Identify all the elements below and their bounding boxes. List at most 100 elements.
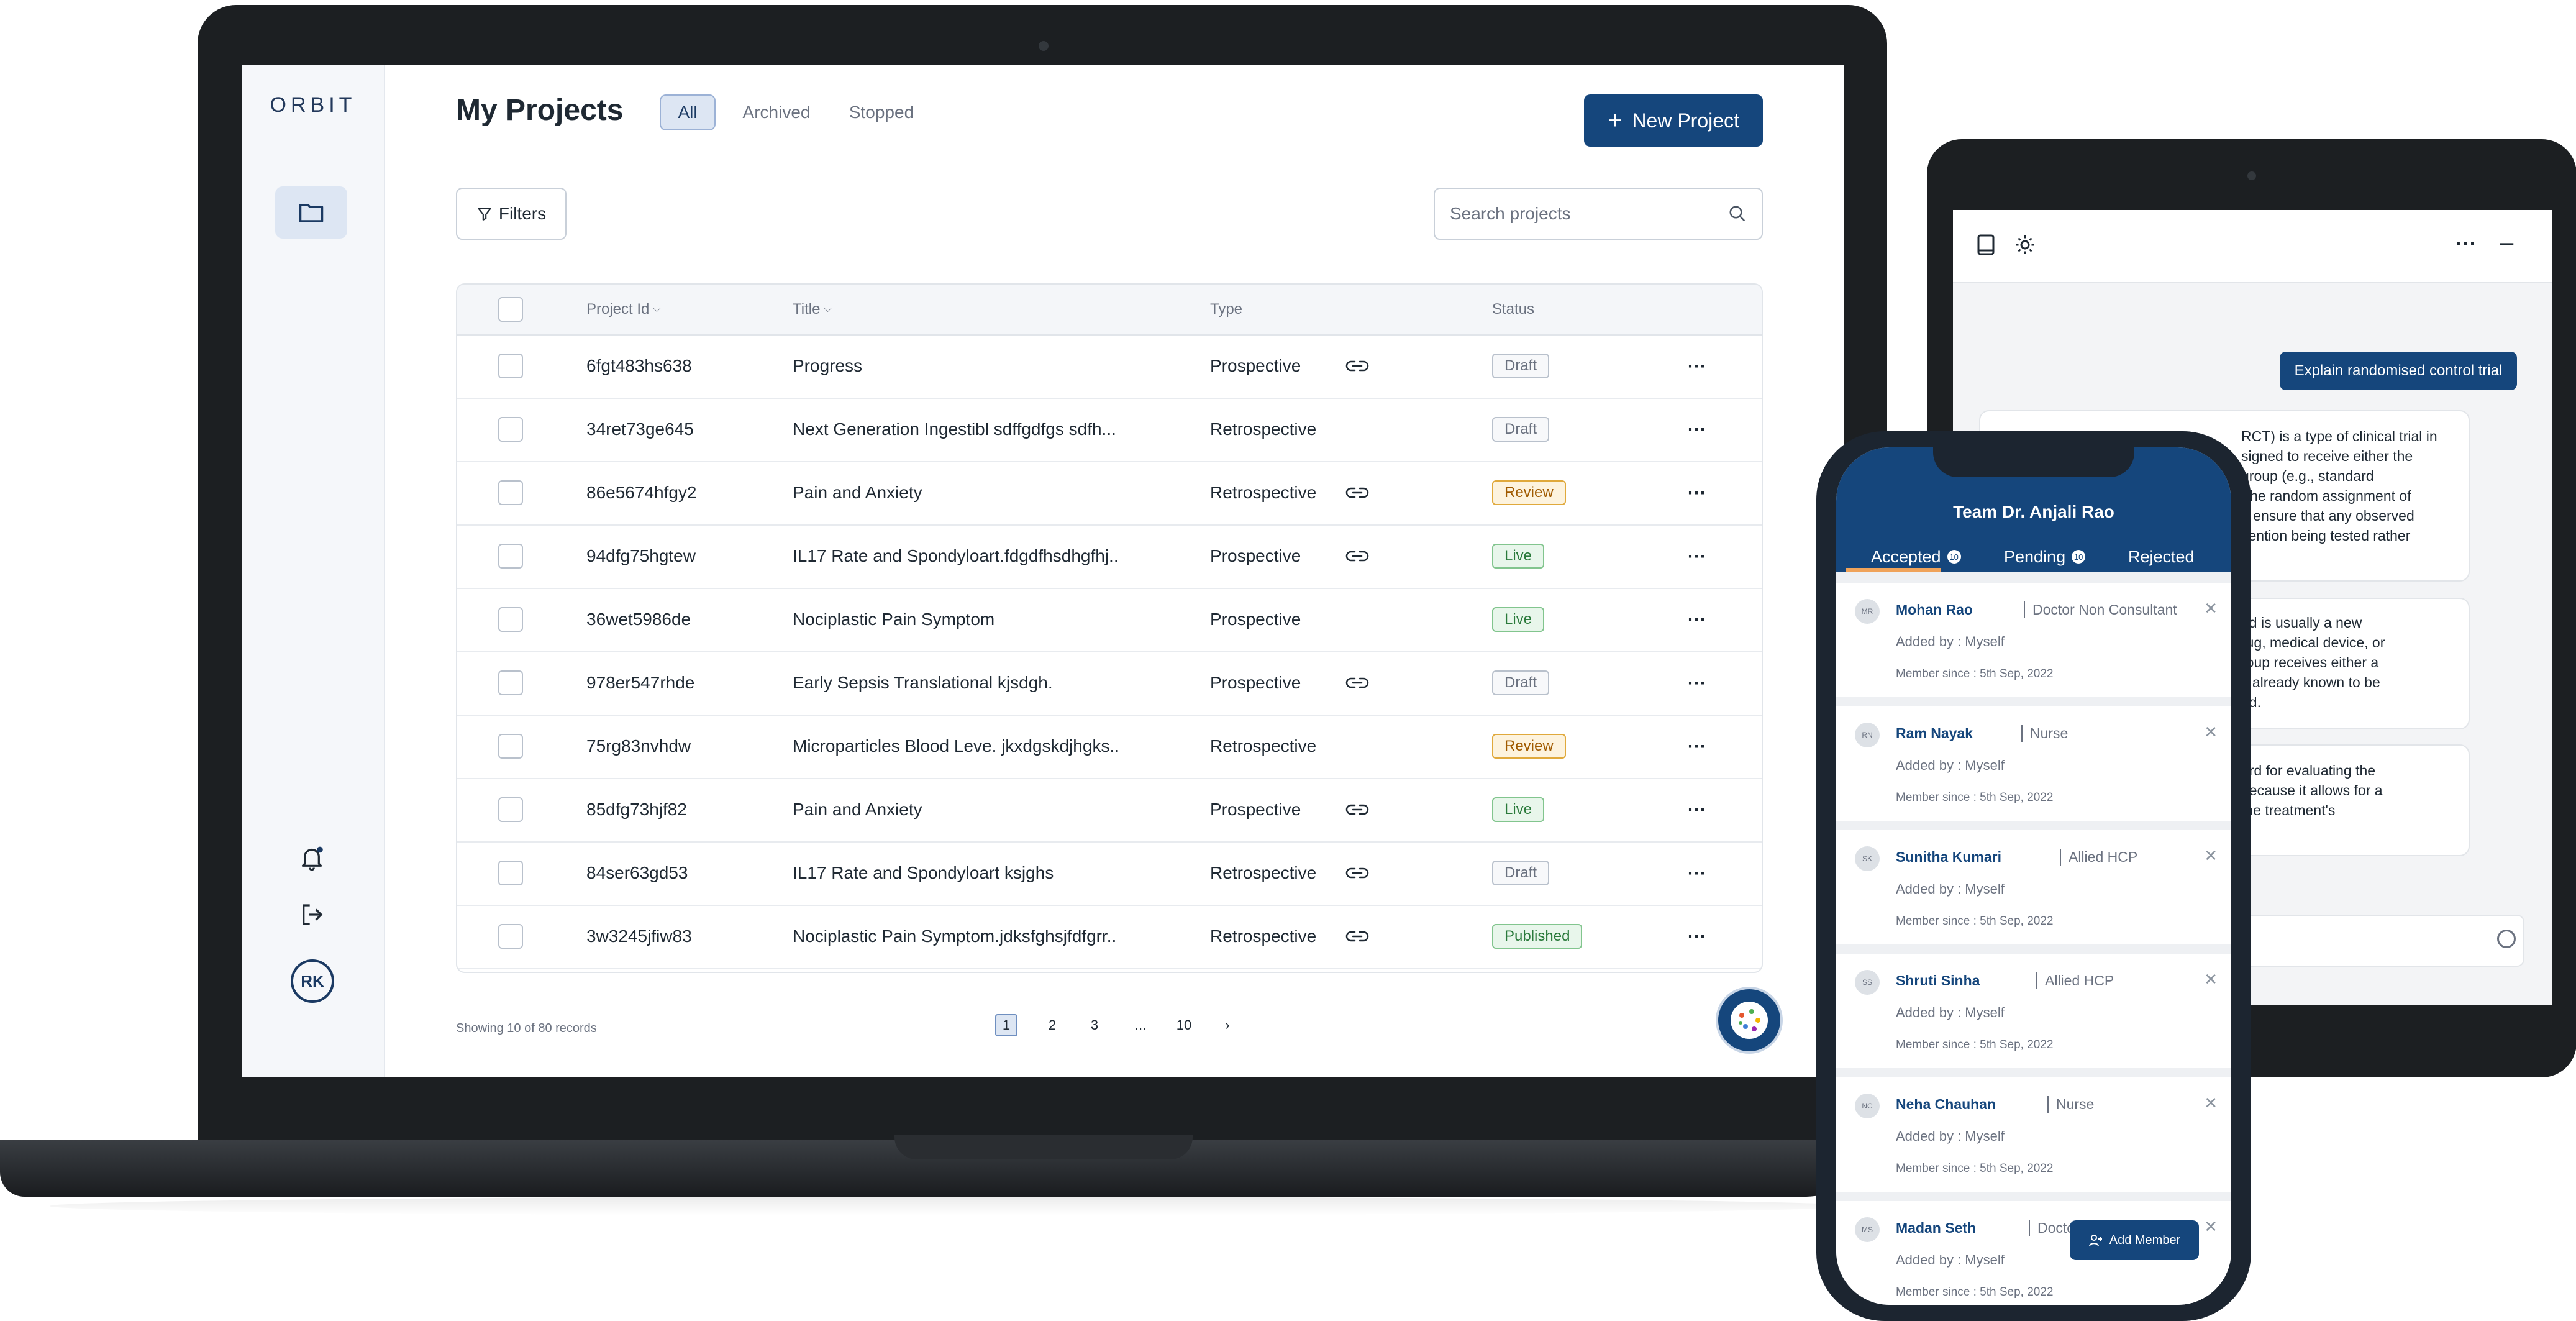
table-row[interactable]: 94dfg75hgtew IL17 Rate and Spondyloart.fd… [457,524,1762,589]
table-row[interactable]: 36wet5986de Nociplastic Pain Symptom Prosp… [457,588,1762,652]
project-title[interactable]: Early Sepsis Translational kjsdgh. [793,651,1053,715]
share-link-button[interactable] [1345,905,1369,968]
tab-archived[interactable]: Archived [733,94,820,130]
row-actions-menu[interactable]: ⋯ [1687,841,1707,905]
message-line: group (e.g., standard [2241,468,2374,484]
project-id: 85dfg73hjf82 [586,800,687,819]
project-title[interactable]: Nociplastic Pain Symptom [793,588,994,651]
member-name[interactable]: Neha Chauhan [1896,1096,1996,1113]
row-checkbox[interactable] [498,607,523,632]
tab-stopped[interactable]: Stopped [841,94,922,130]
close-icon[interactable]: ✕ [2204,1094,2218,1113]
row-actions-menu[interactable]: ⋯ [1687,588,1707,651]
row-actions-menu[interactable]: ⋯ [1687,398,1707,461]
close-icon[interactable]: ✕ [2204,599,2218,618]
tab-rejected[interactable]: Rejected [2128,542,2195,572]
member-card[interactable]: RN Ram Nayak Nurse Added by : Myself Member … [1836,706,2231,821]
table-row[interactable]: 75rg83nvhdw Microparticles Blood Leve. jk… [457,715,1762,779]
tab-pending[interactable]: Pending 10 [2004,542,2086,572]
logout-button[interactable] [294,897,329,932]
new-project-button[interactable]: + New Project [1584,94,1763,147]
page-10-button[interactable]: 10 [1173,1014,1195,1036]
message-line: ed is usually a new [2241,615,2362,631]
member-name[interactable]: Mohan Rao [1896,601,1973,618]
project-id: 84ser63gd53 [586,863,688,882]
assistant-chat-button[interactable] [1716,987,1783,1054]
send-icon[interactable] [2497,930,2516,948]
row-actions-menu[interactable]: ⋯ [1687,905,1707,968]
table-row[interactable]: 86e5674hfgy2 Pain and Anxiety Retrospectiv… [457,461,1762,526]
member-name[interactable]: Madan Seth [1896,1220,1976,1236]
close-icon[interactable]: ✕ [2204,723,2218,742]
project-title[interactable]: Pain and Anxiety [793,778,922,841]
select-all-checkbox[interactable] [498,297,523,322]
page-1-button[interactable]: 1 [995,1014,1017,1036]
close-icon[interactable]: ✕ [2204,970,2218,989]
share-link-button[interactable] [1345,461,1369,524]
share-link-button[interactable] [1345,651,1369,715]
row-checkbox[interactable] [498,417,523,442]
sidebar-item-projects[interactable] [275,186,347,239]
row-actions-menu[interactable]: ⋯ [1687,778,1707,841]
member-card[interactable]: MR Mohan Rao Doctor Non Consultant Added by… [1836,583,2231,697]
project-id: 36wet5986de [586,610,691,629]
tab-accepted[interactable]: Accepted 10 [1871,542,1961,572]
filters-button[interactable]: Filters [456,188,567,240]
project-title[interactable]: IL17 Rate and Spondyloart.fdgdfhsdhgfhj.… [793,524,1119,588]
table-row[interactable]: 978er547rhde Early Sepsis Translational k… [457,651,1762,716]
project-title[interactable]: Next Generation Ingestibl sdffgdfgs sdfh… [793,398,1116,461]
team-title: Team Dr. Anjali Rao [1953,502,2114,521]
row-actions-menu[interactable]: ⋯ [1687,334,1707,398]
column-project-id[interactable]: Project Id ⌵ [586,285,661,334]
share-link-button[interactable] [1345,841,1369,905]
row-actions-menu[interactable]: ⋯ [1687,524,1707,588]
theme-toggle-button[interactable] [2014,234,2036,259]
project-title[interactable]: Microparticles Blood Leve. jkxdgskdjhgks… [793,715,1119,778]
page-3-button[interactable]: 3 [1083,1014,1106,1036]
row-checkbox[interactable] [498,734,523,759]
member-since: Member since : 5th Sep, 2022 [1896,791,2054,804]
next-page-button[interactable]: › [1216,1014,1239,1036]
project-title[interactable]: Progress [793,334,862,398]
member-card[interactable]: SK Sunitha Kumari Allied HCP Added by : Mys… [1836,830,2231,944]
page-2-button[interactable]: 2 [1041,1014,1063,1036]
more-options-icon[interactable]: ⋯ [2455,231,2477,256]
project-title[interactable]: Pain and Anxiety [793,461,922,524]
row-checkbox[interactable] [498,670,523,695]
table-row[interactable]: 6fgt483hs638 Progress Prospective Draft ⋯ [457,334,1762,399]
tab-all[interactable]: All [660,94,716,130]
row-checkbox[interactable] [498,354,523,378]
search-input[interactable]: Search projects [1434,188,1763,240]
close-icon[interactable]: ✕ [2204,1217,2218,1236]
member-name[interactable]: Shruti Sinha [1896,972,1980,989]
row-checkbox[interactable] [498,861,523,885]
table-row[interactable]: 85dfg73hjf82 Pain and Anxiety Prospective L… [457,778,1762,843]
link-icon [1345,931,1369,942]
table-row[interactable]: 84ser63gd53 IL17 Rate and Spondyloart ksj… [457,841,1762,906]
close-icon[interactable]: ✕ [2204,846,2218,866]
project-title[interactable]: IL17 Rate and Spondyloart ksjghs [793,841,1054,905]
row-checkbox[interactable] [498,544,523,569]
user-avatar[interactable]: RK [291,959,334,1003]
column-title[interactable]: Title ⌵ [793,285,832,334]
row-actions-menu[interactable]: ⋯ [1687,651,1707,715]
book-button[interactable] [1977,234,1995,259]
notifications-button[interactable] [294,841,329,876]
row-checkbox[interactable] [498,924,523,949]
share-link-button[interactable] [1345,334,1369,398]
project-title[interactable]: Nociplastic Pain Symptom.jdksfghsjfdfgrr… [793,905,1116,968]
add-member-button[interactable]: Add Member [2070,1220,2199,1260]
share-link-button[interactable] [1345,778,1369,841]
member-name[interactable]: Ram Nayak [1896,725,1973,742]
member-card[interactable]: NC Neha Chauhan Nurse Added by : Myself Memb… [1836,1077,2231,1192]
row-actions-menu[interactable]: ⋯ [1687,715,1707,778]
row-actions-menu[interactable]: ⋯ [1687,461,1707,524]
member-name[interactable]: Sunitha Kumari [1896,849,2001,866]
member-card[interactable]: SS Shruti Sinha Allied HCP Added by : Mysel… [1836,954,2231,1068]
table-row[interactable]: 3w3245jfiw83 Nociplastic Pain Symptom.jdk… [457,905,1762,969]
row-checkbox[interactable] [498,480,523,505]
table-row[interactable]: 34ret73ge645 Next Generation Ingestibl sd… [457,398,1762,462]
share-link-button[interactable] [1345,524,1369,588]
minimize-icon[interactable]: – [2500,229,2513,257]
row-checkbox[interactable] [498,797,523,822]
